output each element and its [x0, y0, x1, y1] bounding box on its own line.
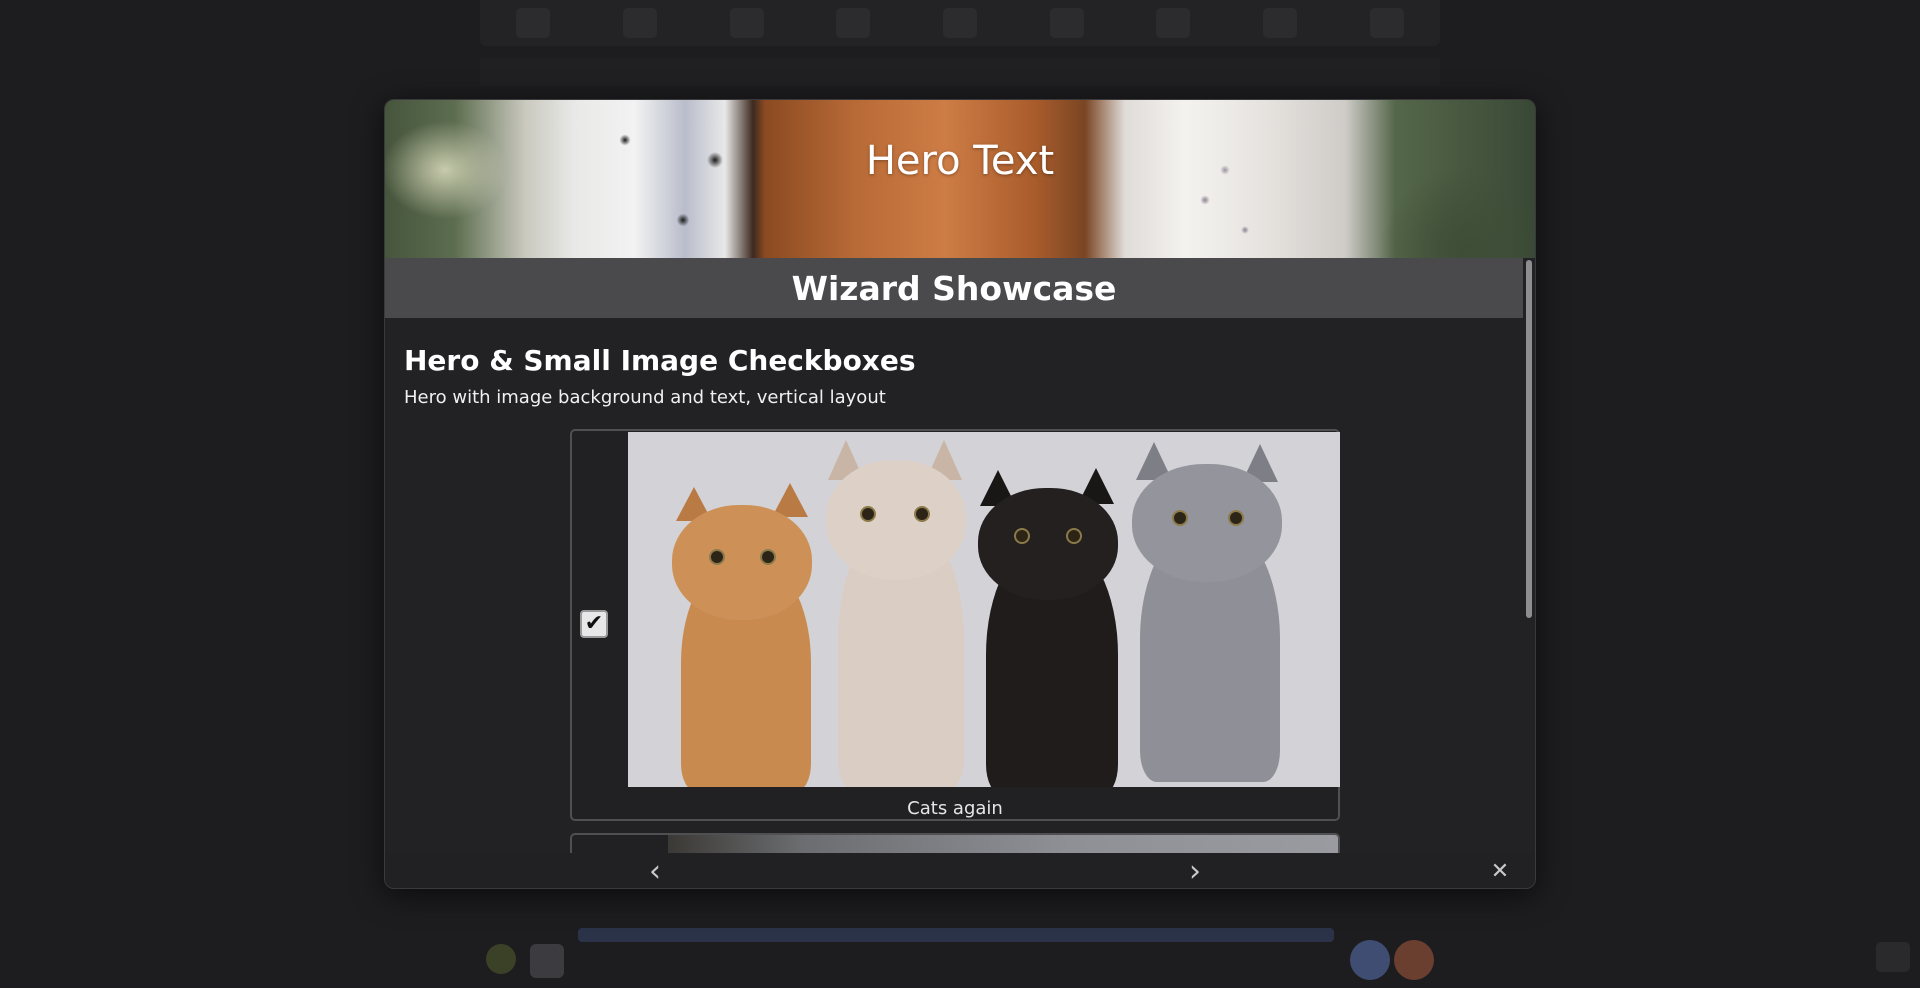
hero-text: Hero Text [865, 138, 1055, 184]
background-input-bar [578, 928, 1334, 942]
image-checkbox-option[interactable]: ✔ Cats again [570, 429, 1340, 821]
background-corner-button [1876, 942, 1910, 972]
background-leaf-icon [486, 944, 516, 974]
wizard-navigation: ‹ › ✕ [385, 854, 1535, 888]
background-pen-icon [530, 944, 564, 978]
section-heading: Hero & Small Image Checkboxes [404, 344, 916, 377]
wizard-modal: Hero Text Wizard Showcase Hero & Small I… [384, 99, 1536, 889]
image-checkbox-option[interactable] [570, 833, 1340, 853]
option-image-partial [668, 835, 1338, 853]
chevron-right-icon[interactable]: › [1177, 854, 1213, 888]
background-tool-icon [516, 8, 551, 38]
background-tool-icon [622, 8, 657, 38]
section-description: Hero with image background and text, ver… [404, 387, 886, 408]
background-subheader [480, 58, 1440, 86]
background-tool-icon [1369, 8, 1404, 38]
chevron-left-icon[interactable]: ‹ [637, 854, 673, 888]
background-avatar [1394, 940, 1434, 980]
background-toolbar [480, 0, 1440, 46]
option-caption: Cats again [907, 798, 1003, 819]
background-avatar [1350, 940, 1390, 980]
background-tool-icon [1049, 8, 1084, 38]
content-scrollbar[interactable] [1526, 260, 1532, 618]
cats-image [628, 432, 1340, 787]
background-tool-icon [729, 8, 764, 38]
wizard-title: Wizard Showcase [385, 258, 1523, 318]
background-tool-icon [836, 8, 871, 38]
background-tool-icon [942, 8, 977, 38]
option-checkbox[interactable]: ✔ [580, 610, 608, 638]
background-tool-icon [1262, 8, 1297, 38]
wizard-content: Hero & Small Image Checkboxes Hero with … [404, 344, 1514, 408]
close-icon[interactable]: ✕ [1482, 854, 1518, 888]
hero-banner: Hero Text [385, 100, 1535, 258]
background-tool-icon [1156, 8, 1191, 38]
